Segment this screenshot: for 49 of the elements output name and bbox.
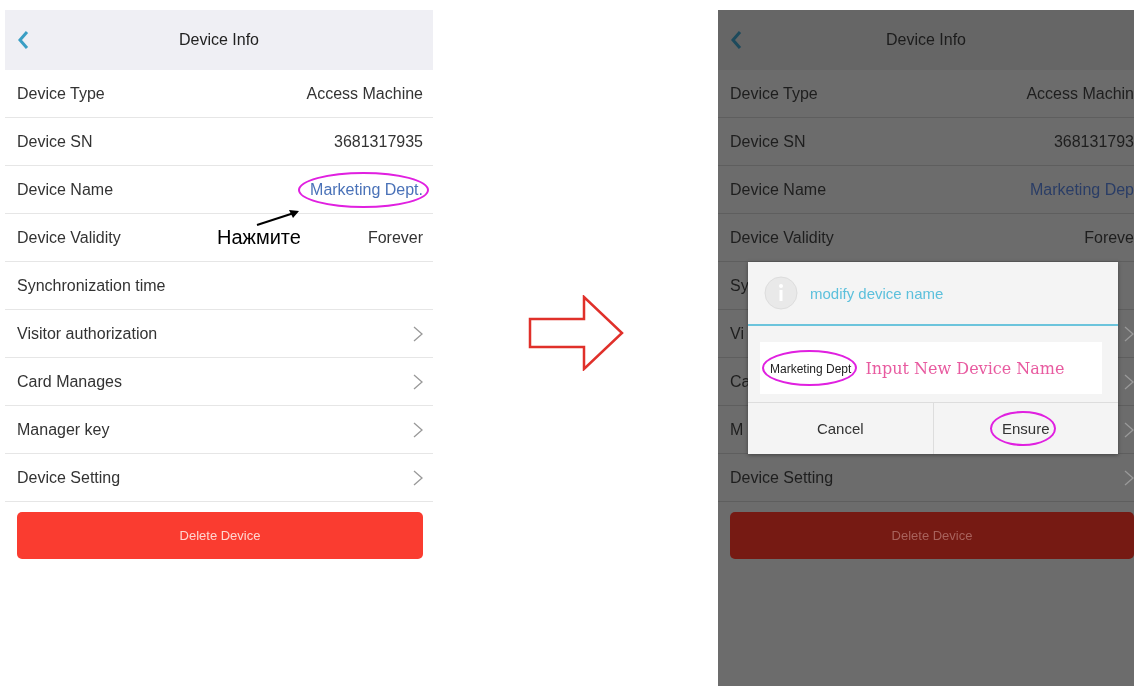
row-value: Foreve (1084, 228, 1134, 246)
row-label: Device Name (730, 180, 827, 199)
chevron-right-icon (413, 421, 423, 438)
field-label: Marketing Dept (770, 362, 852, 376)
row-label: Synchronization time (17, 276, 166, 295)
row-label: Sy (730, 276, 749, 295)
info-icon (764, 276, 798, 310)
back-icon[interactable] (17, 30, 29, 50)
dialog-title: modify device name (810, 284, 944, 302)
chevron-right-icon (1124, 325, 1134, 342)
row-label: Visitor authorization (17, 324, 158, 343)
screen-title: Device Info (178, 31, 259, 49)
row-label: Device Validity (730, 228, 834, 247)
arrow-right-icon (527, 295, 624, 371)
row-value: Access Machine (306, 84, 423, 102)
name-input-field[interactable]: Input New Device Name (865, 358, 1102, 378)
row-value: 3681317935 (334, 132, 423, 150)
name-field[interactable]: Marketing Dept Input New Device Name (760, 342, 1102, 394)
settings-row[interactable]: Visitor authorization (5, 310, 433, 358)
row-label: Device Name (17, 180, 114, 199)
row-value: Access Machin (1026, 84, 1134, 102)
chevron-right-icon (1124, 469, 1134, 486)
row-label: Device Validity (17, 228, 121, 247)
chevron-right-icon (413, 373, 423, 390)
row-value[interactable]: Marketing Dept. (310, 180, 423, 198)
dialog-button[interactable]: Ensure (1002, 420, 1050, 437)
row-label: Device SN (17, 132, 93, 151)
back-icon[interactable] (730, 30, 742, 50)
row-label: Device Type (17, 84, 105, 103)
screen-title: Device Info (885, 31, 966, 49)
chevron-right-icon (1124, 421, 1134, 438)
row-label: Device Type (730, 84, 818, 103)
row-value: 368131793 (1053, 132, 1134, 150)
row-label: Vi (730, 324, 744, 343)
row-label: Device Setting (730, 468, 834, 487)
chevron-right-icon (413, 325, 423, 342)
dialog-button[interactable]: Cancel (816, 420, 864, 437)
row-label: M (730, 420, 744, 439)
row-label: Device SN (730, 132, 806, 151)
chevron-right-icon (1124, 373, 1134, 390)
chevron-right-icon (413, 469, 423, 486)
row-value: Forever (367, 228, 423, 246)
settings-row[interactable]: Device Setting (5, 454, 433, 502)
row-label: Manager key (17, 420, 110, 439)
tap-hint: Нажмите (217, 226, 301, 249)
settings-row[interactable]: Card Manages (5, 358, 433, 406)
row-label: Card Manages (17, 372, 122, 391)
settings-row[interactable]: Manager key (5, 406, 433, 454)
row-label: Device Setting (17, 468, 121, 487)
